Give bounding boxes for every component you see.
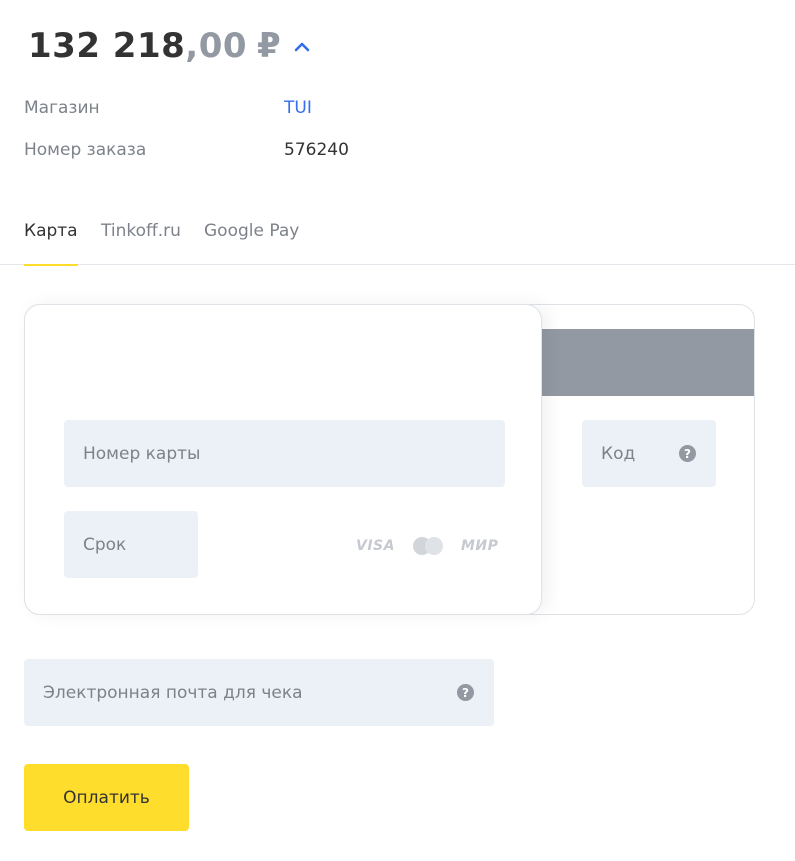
cvc-help-icon[interactable]: ? [679,445,696,462]
currency-symbol: ₽ [257,26,281,66]
tab-tinkoff[interactable]: Tinkoff.ru [101,214,181,265]
visa-logo: VISA [356,538,395,554]
pay-button[interactable]: Оплатить [24,764,189,831]
order-amount: 132 218 ,00 ₽ [28,24,311,68]
card-brand-logos: VISA МИР [356,533,498,559]
order-number-value: 576240 [284,140,349,160]
card-number-placeholder: Номер карты [83,443,201,464]
card-number-input[interactable]: Номер карты [64,420,505,487]
amount-integer: 132 218 [28,26,186,66]
email-input[interactable]: Электронная почта для чека ? [24,659,494,726]
mastercard-icon [412,536,445,556]
order-number-row: Номер заказа 576240 [24,138,349,162]
magnetic-stripe [540,329,754,396]
tab-card[interactable]: Карта [24,214,78,266]
cvc-placeholder: Код [601,443,636,464]
mir-logo: МИР [460,538,499,554]
email-help-icon[interactable]: ? [457,684,474,701]
expiry-input[interactable]: Срок [64,511,198,578]
amount-fraction: ,00 [185,26,248,66]
tab-google-pay[interactable]: Google Pay [204,214,299,265]
order-number-label: Номер заказа [24,140,147,160]
expiry-placeholder: Срок [83,534,127,555]
payment-method-tabs: Карта Tinkoff.ru Google Pay [0,214,795,266]
shop-row: Магазин TUI [24,96,312,120]
shop-label: Магазин [24,98,100,118]
email-placeholder: Электронная почта для чека [43,682,303,703]
shop-link[interactable]: TUI [284,98,312,118]
cvc-input[interactable]: Код ? [582,420,716,487]
chevron-up-icon[interactable] [293,41,311,53]
